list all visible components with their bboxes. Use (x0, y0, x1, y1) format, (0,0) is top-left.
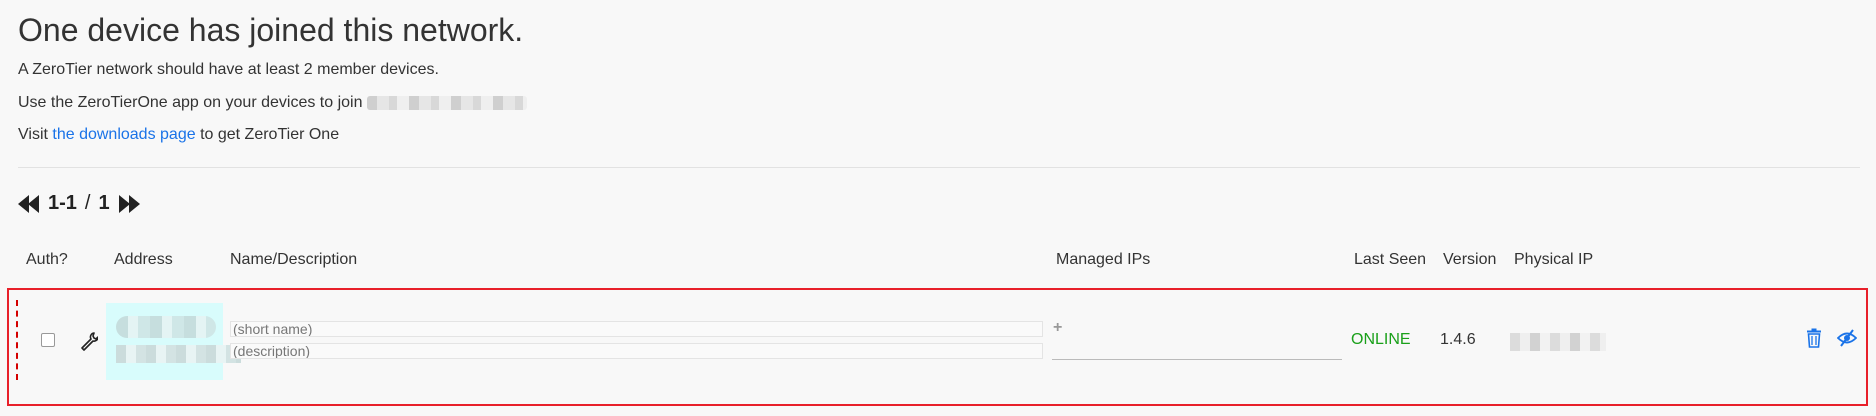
address-redacted-2 (116, 345, 241, 363)
page-separator: / (84, 192, 91, 214)
fast-forward-icon (118, 194, 140, 213)
managed-ip-input[interactable] (1052, 359, 1342, 360)
pagination: 1-1 / 1 (18, 192, 140, 215)
next-page-button[interactable] (118, 194, 140, 213)
wrench-icon (81, 332, 99, 351)
column-header-address: Address (114, 251, 173, 268)
member-version: 1.4.6 (1440, 331, 1476, 348)
page-title: One device has joined this network. (18, 12, 524, 48)
previous-page-button[interactable] (18, 194, 40, 213)
column-header-auth: Auth? (26, 251, 68, 268)
row-drag-indicator (16, 300, 18, 380)
address-redacted (116, 316, 216, 338)
info-line-join: Use the ZeroTierOne app on your devices … (18, 94, 527, 112)
physical-ip-redacted (1510, 333, 1606, 351)
join-text: Use the ZeroTierOne app on your devices … (18, 94, 363, 111)
info-line-min-devices: A ZeroTier network should have at least … (18, 61, 439, 78)
downloads-page-link[interactable]: the downloads page (52, 126, 195, 143)
rewind-icon (18, 194, 39, 213)
hide-member-button[interactable] (1836, 328, 1858, 353)
visit-text: Visit (18, 126, 48, 143)
add-icon: + (1053, 319, 1063, 336)
member-settings-button[interactable] (80, 331, 99, 356)
column-header-name: Name/Description (230, 251, 358, 268)
network-id-redacted (366, 95, 527, 110)
page-total: 1 (98, 192, 110, 214)
trash-icon (1807, 328, 1821, 348)
description-input[interactable] (230, 343, 1043, 359)
member-address-cell (106, 303, 241, 380)
divider (18, 167, 1860, 168)
column-header-physical-ip: Physical IP (1514, 251, 1594, 268)
eye-slash-icon (1836, 329, 1858, 347)
delete-member-button[interactable] (1805, 328, 1823, 353)
page-range: 1-1 (48, 192, 77, 214)
column-header-managed-ips: Managed IPs (1056, 251, 1151, 268)
auth-checkbox[interactable] (41, 333, 55, 347)
short-name-input[interactable] (230, 321, 1043, 337)
column-header-last-seen: Last Seen (1354, 251, 1427, 268)
last-seen-status: ONLINE (1351, 331, 1411, 348)
column-header-version: Version (1443, 251, 1497, 268)
get-zerotier-text: to get ZeroTier One (200, 126, 340, 143)
info-line-downloads: Visit the downloads page to get ZeroTier… (18, 126, 339, 144)
add-managed-ip-button[interactable]: + (1053, 319, 1062, 337)
